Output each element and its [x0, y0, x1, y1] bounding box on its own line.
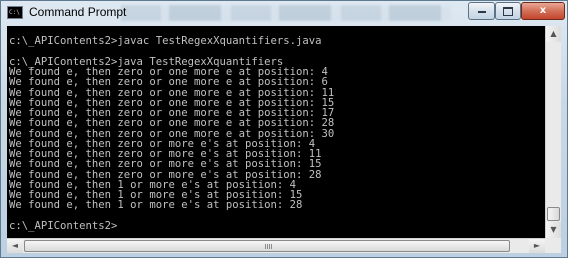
scroll-right-icon[interactable]: ►	[529, 239, 545, 253]
close-button[interactable]: x	[521, 2, 565, 20]
grip-icon	[265, 244, 273, 249]
background-taskbar-tabs	[121, 5, 451, 21]
console-line: c:\_APIContents2>	[9, 219, 118, 232]
title-bar[interactable]: C:\ Command Prompt x	[1, 1, 567, 25]
minimize-button[interactable]	[468, 2, 495, 20]
maximize-icon	[503, 7, 513, 16]
cmd-icon[interactable]: C:\	[7, 6, 23, 19]
horizontal-scrollbar[interactable]: ◄ ►	[7, 238, 545, 253]
vertical-scroll-thumb[interactable]	[547, 207, 560, 221]
console-line: We found e, then zero or one more e at p…	[9, 117, 335, 130]
console-lines: c:\_APIContents2>javac TestRegexXquantif…	[7, 26, 545, 231]
maximize-button[interactable]	[495, 2, 521, 20]
console-output[interactable]: c:\_APIContents2>javac TestRegexXquantif…	[7, 26, 545, 238]
close-icon: x	[539, 5, 547, 16]
scroll-left-icon[interactable]: ◄	[7, 239, 23, 253]
scrollbar-corner	[545, 238, 561, 253]
scroll-up-icon[interactable]: ▲	[546, 26, 561, 42]
window-title: Command Prompt	[29, 5, 127, 19]
scroll-down-icon[interactable]: ▼	[546, 222, 561, 238]
console-line: We found e, then 1 or more e's at positi…	[9, 199, 303, 212]
horizontal-scroll-thumb[interactable]	[24, 240, 510, 252]
console-line: We found e, then zero or more e's at pos…	[9, 158, 322, 171]
console-line: We found e, then zero or one more e at p…	[9, 76, 328, 89]
vertical-scrollbar[interactable]: ▲ ▼	[545, 26, 561, 238]
minimize-icon	[477, 11, 486, 13]
command-prompt-window: C:\ Command Prompt x c:\_APIContents2>ja…	[0, 0, 568, 258]
console-line: c:\_APIContents2>javac TestRegexXquantif…	[9, 35, 322, 48]
